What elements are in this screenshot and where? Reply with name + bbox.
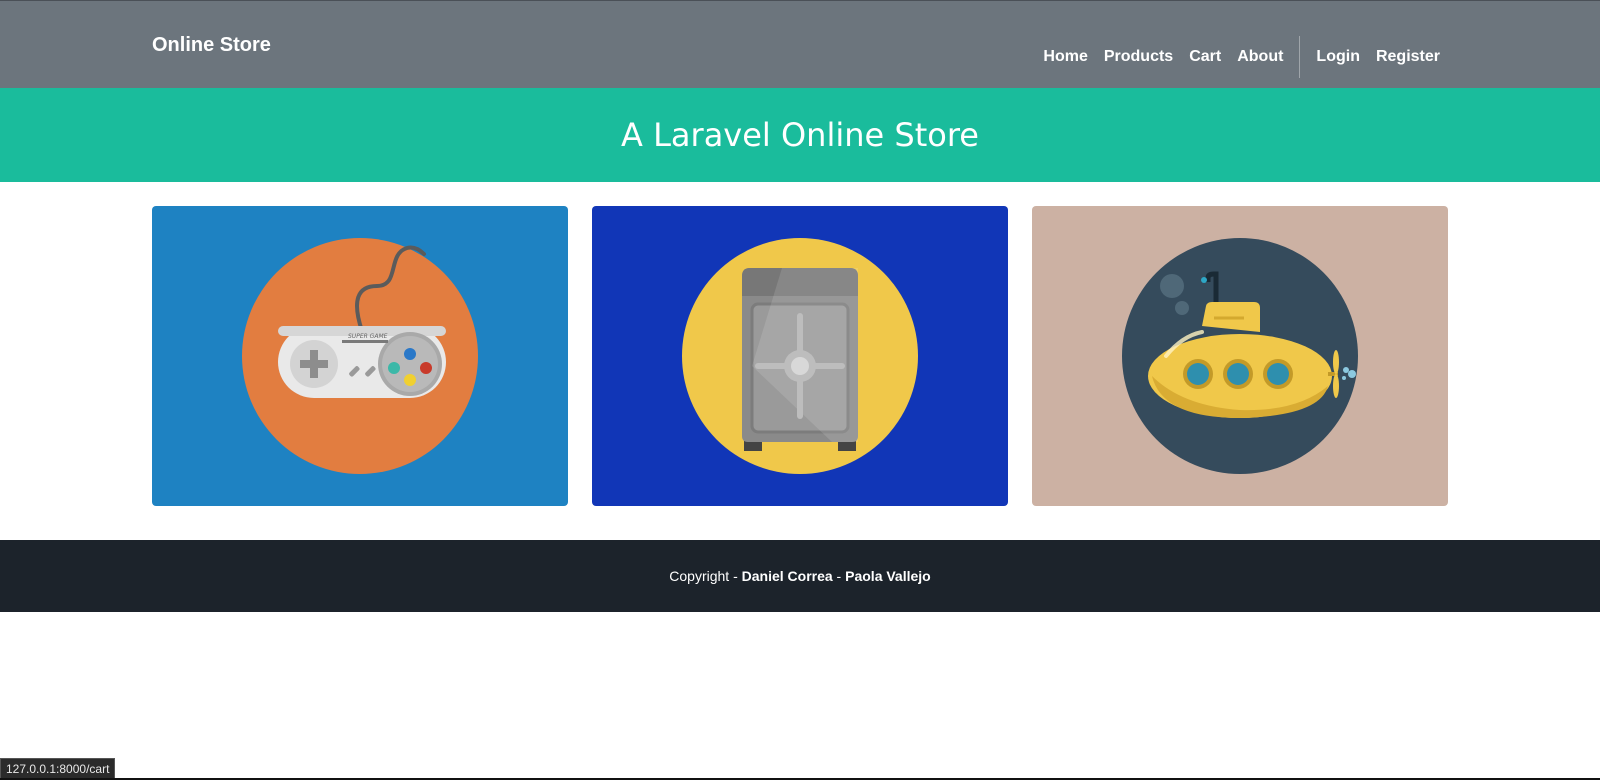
nav-products-link[interactable]: Products [1104,48,1173,66]
nav-about-link[interactable]: About [1237,48,1283,66]
status-bar-url: 127.0.0.1:8000/cart [0,758,116,780]
nav-home-link[interactable]: Home [1043,48,1087,66]
footer-author-daniel-link[interactable]: Daniel Correa [742,568,833,584]
safe-icon [592,206,1008,506]
top-navbar: Online Store Home Products Cart About Lo… [0,0,1600,88]
nav-login-link[interactable]: Login [1316,48,1360,66]
footer: Copyright - Daniel Correa - Paola Vallej… [0,540,1600,612]
footer-copyright-prefix: Copyright - [669,568,742,584]
masthead-title: A Laravel Online Store [621,116,979,154]
svg-text:SUPER GAME: SUPER GAME [348,333,388,340]
nav-links: Home Products Cart About Login Register [1043,36,1440,78]
nav-cart-link[interactable]: Cart [1189,48,1221,66]
masthead: A Laravel Online Store [0,88,1600,182]
product-card-submarine[interactable] [1032,206,1448,506]
game-controller-icon: SUPER GAME [152,206,568,506]
product-card-controller[interactable]: SUPER GAME [152,206,568,506]
product-cards: SUPER GAME [0,182,1600,540]
nav-register-link[interactable]: Register [1376,48,1440,66]
footer-author-paola-link[interactable]: Paola Vallejo [845,568,931,584]
brand-link[interactable]: Online Store [152,34,271,57]
nav-divider [1299,36,1301,78]
product-card-safe[interactable] [592,206,1008,506]
submarine-icon [1032,206,1448,506]
footer-separator: - [832,568,846,584]
